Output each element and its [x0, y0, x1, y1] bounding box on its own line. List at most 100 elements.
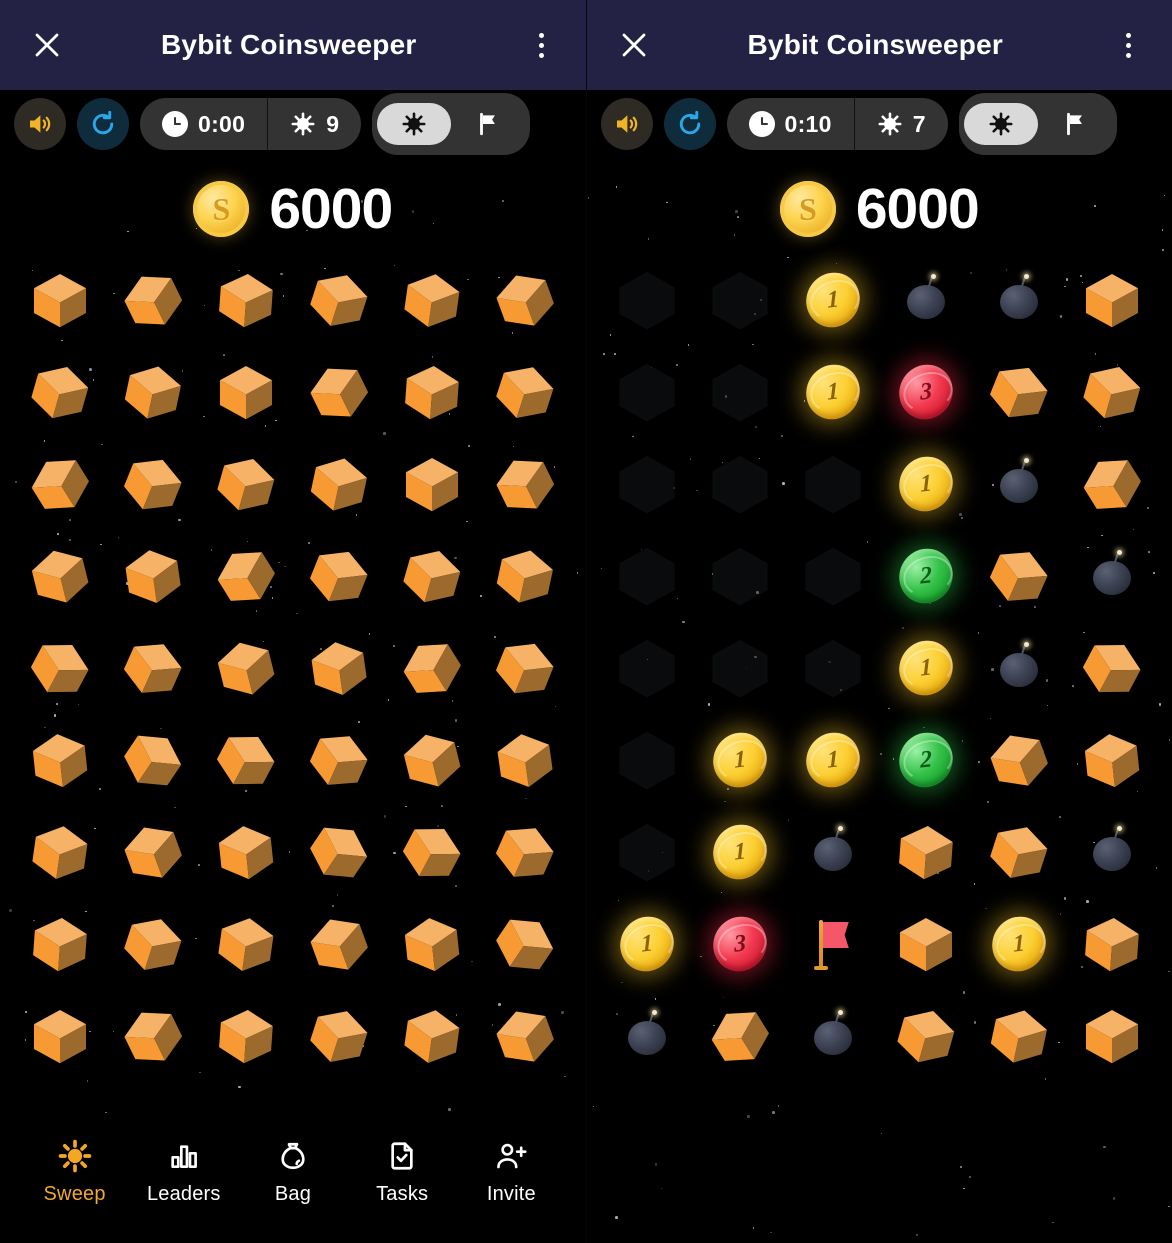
- grid-cell-hidden[interactable]: [972, 530, 1065, 622]
- grid-cell-hidden[interactable]: [200, 530, 293, 622]
- nav-item-sweep[interactable]: Sweep: [27, 1138, 123, 1206]
- grid-cell-hidden[interactable]: [14, 806, 107, 898]
- refresh-icon[interactable]: [77, 98, 129, 150]
- grid-cell-hidden[interactable]: [386, 438, 479, 530]
- grid-cell-hidden[interactable]: [14, 990, 107, 1082]
- grid-cell-hidden[interactable]: [693, 990, 786, 1082]
- grid-cell-hidden[interactable]: [1065, 714, 1158, 806]
- grid-cell-hidden[interactable]: [479, 898, 572, 990]
- grid-cell-hidden[interactable]: [14, 530, 107, 622]
- grid-cell-number-1[interactable]: 1: [693, 806, 786, 898]
- grid-cell-revealed-empty[interactable]: [601, 530, 694, 622]
- grid-cell-hidden[interactable]: [14, 438, 107, 530]
- grid-cell-hidden[interactable]: [200, 806, 293, 898]
- grid-cell-number-1[interactable]: 1: [972, 898, 1065, 990]
- grid-cell-hidden[interactable]: [386, 622, 479, 714]
- grid-cell-hidden[interactable]: [107, 622, 200, 714]
- grid-cell-hidden[interactable]: [972, 990, 1065, 1082]
- grid-cell-hidden[interactable]: [14, 254, 107, 346]
- overflow-menu-icon[interactable]: [522, 22, 562, 68]
- grid-cell-hidden[interactable]: [107, 530, 200, 622]
- grid-cell-hidden[interactable]: [972, 714, 1065, 806]
- grid-cell-hidden[interactable]: [107, 438, 200, 530]
- grid-cell-hidden[interactable]: [386, 990, 479, 1082]
- grid-cell-hidden[interactable]: [107, 806, 200, 898]
- grid-cell-revealed-empty[interactable]: [601, 714, 694, 806]
- grid-cell-hidden[interactable]: [479, 622, 572, 714]
- mode-flag-button[interactable]: [451, 103, 525, 145]
- grid-cell-hidden[interactable]: [293, 254, 386, 346]
- grid-cell-hidden[interactable]: [1065, 622, 1158, 714]
- grid-cell-revealed-empty[interactable]: [601, 438, 694, 530]
- grid-cell-hidden[interactable]: [479, 346, 572, 438]
- nav-item-bag[interactable]: Bag: [245, 1138, 341, 1206]
- grid-cell-hidden[interactable]: [14, 714, 107, 806]
- grid-cell-hidden[interactable]: [107, 254, 200, 346]
- grid-cell-hidden[interactable]: [200, 254, 293, 346]
- grid-cell-hidden[interactable]: [107, 346, 200, 438]
- grid-cell-bomb[interactable]: [786, 990, 879, 1082]
- grid-cell-hidden[interactable]: [293, 622, 386, 714]
- grid-cell-number-1[interactable]: 1: [879, 622, 972, 714]
- grid-cell-hidden[interactable]: [293, 438, 386, 530]
- mode-dig-button[interactable]: [377, 103, 452, 145]
- grid-cell-number-1[interactable]: 1: [786, 254, 879, 346]
- grid-cell-number-1[interactable]: 1: [601, 898, 694, 990]
- grid-cell-revealed-empty[interactable]: [601, 254, 694, 346]
- grid-cell-revealed-empty[interactable]: [601, 346, 694, 438]
- speaker-icon[interactable]: [600, 98, 653, 150]
- grid-cell-number-1[interactable]: 1: [693, 714, 786, 806]
- grid-cell-hidden[interactable]: [293, 806, 386, 898]
- grid-cell-hidden[interactable]: [972, 346, 1065, 438]
- grid-cell-hidden[interactable]: [879, 990, 972, 1082]
- grid-cell-bomb[interactable]: [972, 254, 1065, 346]
- grid-cell-hidden[interactable]: [293, 346, 386, 438]
- grid-cell-number-2[interactable]: 2: [879, 714, 972, 806]
- grid-cell-hidden[interactable]: [479, 990, 572, 1082]
- grid-cell-hidden[interactable]: [200, 622, 293, 714]
- grid-cell-revealed-empty[interactable]: [786, 622, 879, 714]
- nav-item-leaders[interactable]: Leaders: [136, 1138, 232, 1206]
- grid-cell-hidden[interactable]: [293, 990, 386, 1082]
- mode-dig-button[interactable]: [963, 103, 1038, 145]
- grid-cell-hidden[interactable]: [14, 346, 107, 438]
- grid-cell-revealed-empty[interactable]: [786, 438, 879, 530]
- grid-cell-hidden[interactable]: [200, 346, 293, 438]
- grid-cell-hidden[interactable]: [972, 806, 1065, 898]
- grid-cell-revealed-empty[interactable]: [601, 622, 694, 714]
- grid-cell-hidden[interactable]: [1065, 346, 1158, 438]
- grid-cell-hidden[interactable]: [200, 438, 293, 530]
- grid-cell-hidden[interactable]: [293, 898, 386, 990]
- grid-cell-revealed-empty[interactable]: [786, 530, 879, 622]
- grid-cell-hidden[interactable]: [386, 806, 479, 898]
- grid-cell-bomb[interactable]: [601, 990, 694, 1082]
- grid-cell-number-3[interactable]: 3: [693, 898, 786, 990]
- grid-cell-number-2[interactable]: 2: [879, 530, 972, 622]
- grid-cell-revealed-empty[interactable]: [693, 254, 786, 346]
- grid-cell-hidden[interactable]: [479, 806, 572, 898]
- mode-flag-button[interactable]: [1038, 103, 1112, 145]
- overflow-menu-icon[interactable]: [1108, 22, 1148, 68]
- grid-cell-hidden[interactable]: [14, 898, 107, 990]
- grid-cell-hidden[interactable]: [200, 714, 293, 806]
- nav-item-invite[interactable]: Invite: [463, 1138, 559, 1206]
- grid-cell-hidden[interactable]: [14, 622, 107, 714]
- grid-cell-number-3[interactable]: 3: [879, 346, 972, 438]
- grid-cell-hidden[interactable]: [479, 438, 572, 530]
- grid-cell-number-1[interactable]: 1: [786, 714, 879, 806]
- grid-cell-hidden[interactable]: [293, 714, 386, 806]
- grid-cell-bomb[interactable]: [1065, 806, 1158, 898]
- grid-cell-hidden[interactable]: [293, 530, 386, 622]
- grid-cell-hidden[interactable]: [1065, 898, 1158, 990]
- grid-cell-revealed-empty[interactable]: [601, 806, 694, 898]
- grid-cell-hidden[interactable]: [1065, 438, 1158, 530]
- grid-cell-hidden[interactable]: [107, 898, 200, 990]
- grid-cell-revealed-empty[interactable]: [693, 438, 786, 530]
- grid-cell-hidden[interactable]: [107, 990, 200, 1082]
- grid-cell-hidden[interactable]: [386, 898, 479, 990]
- grid-cell-hidden[interactable]: [200, 898, 293, 990]
- grid-cell-revealed-empty[interactable]: [693, 346, 786, 438]
- grid-cell-flagged[interactable]: [786, 898, 879, 990]
- grid-cell-revealed-empty[interactable]: [693, 622, 786, 714]
- grid-cell-number-1[interactable]: 1: [786, 346, 879, 438]
